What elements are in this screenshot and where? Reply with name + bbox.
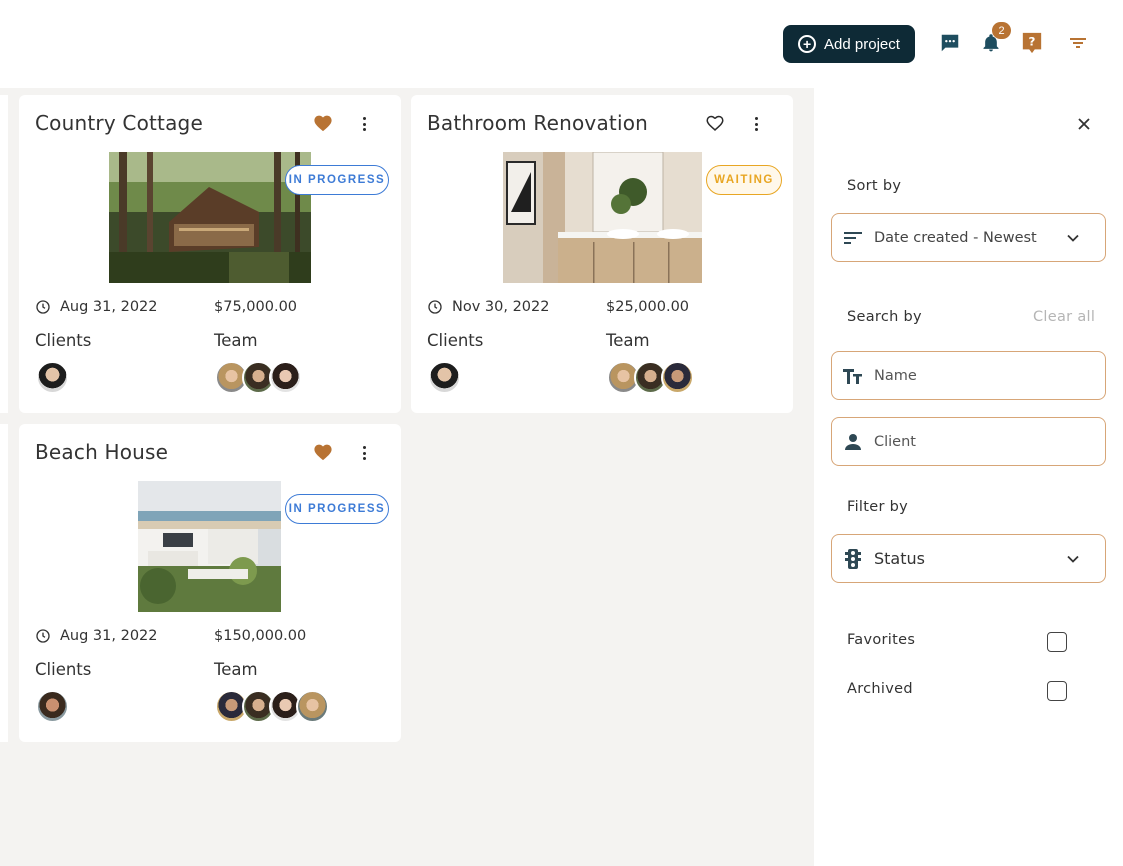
chevron-down-icon [1065, 230, 1081, 246]
avatar[interactable] [269, 361, 302, 394]
project-photo [503, 152, 702, 283]
date-text: Aug 31, 2022 [60, 299, 158, 315]
avatar[interactable] [296, 690, 329, 723]
favorite-heart-icon[interactable] [313, 443, 333, 461]
status-badge: IN PROGRESS [285, 494, 389, 524]
client-placeholder: Client [874, 433, 916, 450]
project-title: Country Cottage [35, 111, 203, 135]
project-title: Beach House [35, 440, 169, 464]
status-badge: IN PROGRESS [285, 165, 389, 195]
avatar[interactable] [428, 361, 461, 394]
more-options-icon[interactable] [751, 116, 761, 132]
amount-text: $75,000.00 [214, 299, 298, 315]
clear-all-link[interactable]: Clear all [1033, 309, 1095, 325]
team-label: Team [214, 331, 258, 350]
name-search-input[interactable]: Name [831, 351, 1106, 400]
clock-icon [36, 629, 50, 643]
svg-text:?: ? [1029, 35, 1036, 49]
avatar[interactable] [661, 361, 694, 394]
status-value: Status [874, 549, 925, 568]
add-project-label: Add project [824, 35, 900, 53]
project-photo [109, 152, 311, 283]
offscreen-card-edge [0, 95, 8, 413]
clients-label: Clients [427, 331, 484, 350]
team-avatars [215, 690, 329, 723]
search-by-label: Search by [847, 309, 922, 325]
avatar[interactable] [36, 361, 69, 394]
clock-icon [36, 300, 50, 314]
client-avatars [428, 361, 461, 394]
archived-checkbox[interactable] [1047, 681, 1067, 701]
favorites-checkbox[interactable] [1047, 632, 1067, 652]
project-amount: $25,000.00 [606, 299, 689, 315]
clients-label: Clients [35, 660, 92, 679]
filter-by-label: Filter by [847, 499, 909, 515]
notification-count-badge: 2 [992, 22, 1011, 39]
project-card[interactable]: Bathroom Renovation WAITING Nov 30, 2022 [411, 95, 793, 413]
add-project-button[interactable]: + Add project [783, 25, 915, 63]
project-photo [138, 481, 281, 612]
status-select[interactable]: Status [831, 534, 1106, 583]
team-avatars [607, 361, 694, 394]
client-search-input[interactable]: Client [831, 417, 1106, 466]
sort-select[interactable]: Date created - Newest [831, 213, 1106, 262]
team-label: Team [606, 331, 650, 350]
favorite-heart-icon[interactable] [313, 114, 333, 132]
amount-text: $25,000.00 [606, 299, 690, 315]
help-icon[interactable]: ? [1020, 30, 1044, 56]
sort-by-label: Sort by [847, 178, 902, 194]
more-options-icon[interactable] [359, 445, 369, 461]
project-amount: $150,000.00 [214, 628, 306, 644]
project-card[interactable]: Beach House IN PROGRESS Aug 31, 2022 $15… [19, 424, 401, 742]
date-text: Nov 30, 2022 [452, 299, 550, 315]
clients-label: Clients [35, 331, 92, 350]
chevron-down-icon [1065, 551, 1081, 567]
clock-icon [428, 300, 442, 314]
name-placeholder: Name [874, 367, 917, 384]
top-header: + Add project 2 ? [0, 0, 1123, 88]
sort-value: Date created - Newest [874, 229, 1037, 246]
due-date: Nov 30, 2022 [427, 299, 549, 315]
sort-icon [842, 227, 864, 249]
traffic-light-icon [842, 548, 864, 570]
filter-icon[interactable] [1066, 30, 1090, 56]
project-card[interactable]: Country Cottage IN PROGRESS Aug 31, 2022… [19, 95, 401, 413]
favorites-label: Favorites [847, 632, 916, 648]
project-title: Bathroom Renovation [427, 111, 649, 135]
status-badge: WAITING [706, 165, 782, 195]
due-date: Aug 31, 2022 [35, 299, 158, 315]
client-avatars [36, 690, 69, 723]
date-text: Aug 31, 2022 [60, 628, 158, 644]
client-avatars [36, 361, 69, 394]
due-date: Aug 31, 2022 [35, 628, 158, 644]
chat-icon[interactable] [938, 30, 962, 56]
filter-panel [814, 88, 1123, 866]
favorite-heart-outline-icon[interactable] [705, 114, 725, 132]
close-icon[interactable] [1077, 117, 1093, 133]
archived-label: Archived [847, 681, 913, 697]
offscreen-card-edge [0, 424, 8, 742]
more-options-icon[interactable] [359, 116, 369, 132]
project-amount: $75,000.00 [214, 299, 297, 315]
team-avatars [215, 361, 302, 394]
avatar[interactable] [36, 690, 69, 723]
team-label: Team [214, 660, 258, 679]
person-icon [842, 431, 864, 453]
plus-circle-icon: + [798, 35, 817, 53]
text-size-icon [842, 365, 864, 387]
amount-text: $150,000.00 [214, 628, 307, 644]
